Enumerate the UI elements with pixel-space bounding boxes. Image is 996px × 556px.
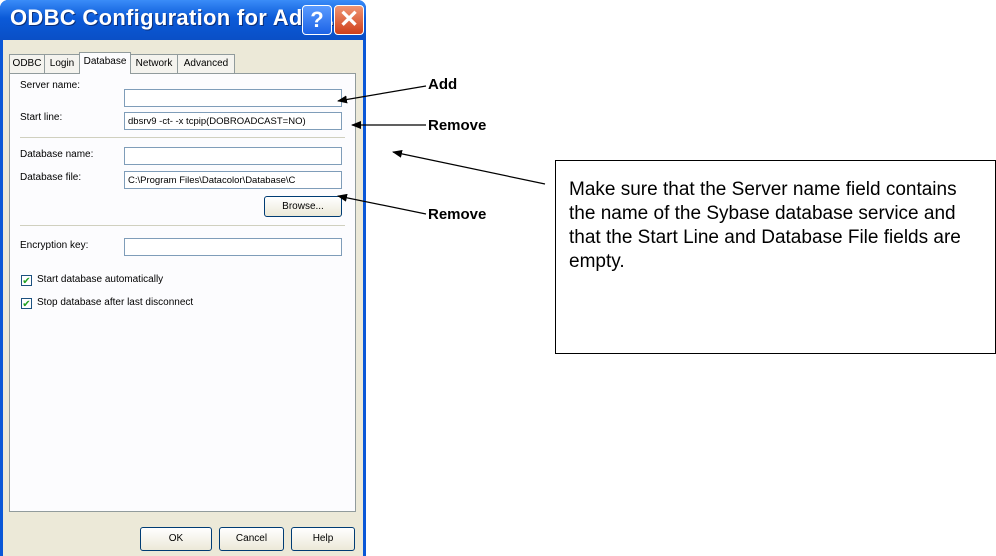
remove-annotation-label: Remove [428, 117, 487, 134]
remove-arrow-2 [337, 193, 427, 215]
instruction-note-box: Make sure that the Server name field con… [555, 160, 996, 354]
add-annotation-label: Add [428, 76, 458, 93]
tab-database[interactable]: Database [79, 52, 131, 74]
remove-annotation-label: Remove [428, 206, 487, 223]
note-arrow [392, 149, 546, 185]
instruction-note-text: Make sure that the Server name field con… [569, 179, 961, 272]
add-arrow [337, 85, 427, 104]
